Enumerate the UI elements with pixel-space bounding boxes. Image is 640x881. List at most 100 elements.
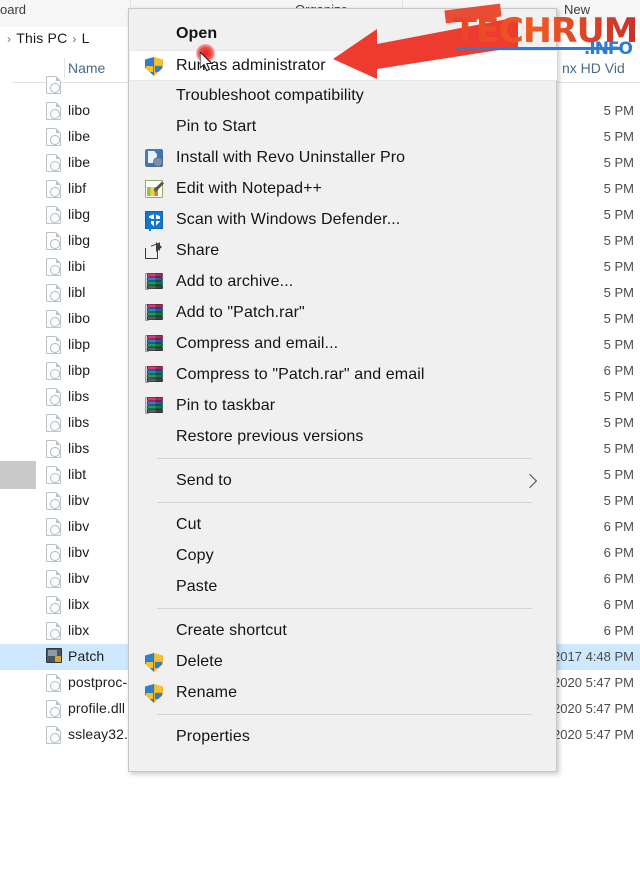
context-menu-item[interactable]: Paste: [130, 572, 557, 603]
context-menu-separator: [157, 458, 532, 459]
dll-icon: [46, 570, 62, 589]
context-menu-item[interactable]: Compress to "Patch.rar" and email: [130, 360, 557, 391]
file-date-modified: 5 PM: [603, 467, 634, 482]
dll-icon: [46, 388, 62, 407]
uac-shield-icon: [145, 684, 164, 703]
file-name: libp: [68, 362, 91, 378]
context-menu-item[interactable]: Troubleshoot compatibility: [130, 81, 557, 112]
context-menu-item[interactable]: Pin to Start: [130, 112, 557, 143]
dll-icon: [46, 102, 62, 121]
context-menu-item[interactable]: Rename: [130, 678, 557, 709]
uac-shield-icon: [145, 653, 164, 672]
file-date-modified: 5 PM: [603, 493, 634, 508]
file-name: libv: [68, 492, 90, 508]
context-menu-item[interactable]: Pin to taskbar: [130, 391, 557, 422]
dll-icon: [46, 284, 62, 303]
context-menu-item-label: Pin to taskbar: [176, 397, 276, 414]
context-menu-item[interactable]: Add to "Patch.rar": [130, 298, 557, 329]
context-menu-item[interactable]: Delete: [130, 647, 557, 678]
context-menu-item[interactable]: Edit with Notepad++: [130, 174, 557, 205]
context-menu-item-label: Troubleshoot compatibility: [176, 87, 364, 104]
mouse-cursor-icon: [200, 52, 213, 72]
file-name: libg: [68, 206, 91, 222]
notepad-plus-plus-icon: [145, 180, 164, 199]
context-menu-item-label: Scan with Windows Defender...: [176, 211, 401, 228]
file-date-modified: 5 PM: [603, 389, 634, 404]
context-menu-item-label: Share: [176, 242, 220, 259]
file-name: libe: [68, 128, 91, 144]
file-name: libv: [68, 544, 90, 560]
winrar-icon: [145, 273, 164, 292]
watermark-suffix: .INFO: [583, 39, 633, 59]
context-menu-item-label: Edit with Notepad++: [176, 180, 322, 197]
file-date-modified: 5 PM: [603, 181, 634, 196]
context-menu-item[interactable]: Send to: [130, 466, 557, 497]
breadcrumb-separator-icon: ›: [7, 32, 12, 46]
file-name: libf: [68, 180, 87, 196]
context-menu-item-label: Install with Revo Uninstaller Pro: [176, 149, 406, 166]
dll-icon: [46, 258, 62, 277]
context-menu-item-label: Send to: [176, 472, 232, 489]
winrar-icon: [145, 366, 164, 385]
winrar-icon: [145, 335, 164, 354]
context-menu-item-label: Delete: [176, 653, 223, 670]
dll-icon: [46, 622, 62, 641]
dll-icon: [46, 544, 62, 563]
dll-icon: [46, 310, 62, 329]
left-panel-artifact: [0, 461, 36, 489]
context-menu-item-label: Open: [176, 25, 218, 42]
uac-shield-icon: [145, 57, 164, 76]
file-date-modified: 6 PM: [603, 545, 634, 560]
context-menu-item[interactable]: Properties: [130, 722, 557, 753]
breadcrumb[interactable]: › This PC › L: [2, 30, 90, 46]
dll-icon: [46, 76, 62, 95]
context-menu-item-label: Restore previous versions: [176, 428, 364, 445]
context-menu-item[interactable]: Restore previous versions: [130, 422, 557, 453]
winrar-icon: [145, 304, 164, 323]
file-name: libv: [68, 518, 90, 534]
file-date-modified: 5 PM: [603, 337, 634, 352]
context-menu-item[interactable]: Add to archive...: [130, 267, 557, 298]
file-name: libx: [68, 596, 90, 612]
file-name: libl: [68, 284, 86, 300]
breadcrumb-item-drive[interactable]: L: [82, 30, 90, 46]
file-date-modified: 5 PM: [603, 233, 634, 248]
file-date-modified: 6 PM: [603, 623, 634, 638]
dll-icon: [46, 362, 62, 381]
context-menu-item[interactable]: Compress and email...: [130, 329, 557, 360]
dll-icon: [46, 206, 62, 225]
file-date-modified: 6 PM: [603, 519, 634, 534]
file-date-modified: 6 PM: [603, 363, 634, 378]
dll-icon: [46, 180, 62, 199]
dll-icon: [46, 336, 62, 355]
submenu-chevron-icon: [522, 473, 538, 489]
breadcrumb-item-this-pc[interactable]: This PC: [16, 30, 67, 46]
ribbon-group-clipboard[interactable]: oard: [0, 2, 26, 17]
watermark: TECHRUM .INFO: [444, 3, 640, 63]
file-date-modified: 5 PM: [603, 311, 634, 326]
dll-icon: [46, 466, 62, 485]
context-menu-item[interactable]: Share: [130, 236, 557, 267]
context-menu-item[interactable]: Copy: [130, 541, 557, 572]
file-name: libx: [68, 622, 90, 638]
context-menu-item-label: Cut: [176, 516, 202, 533]
dll-icon: [46, 596, 62, 615]
application-icon: [46, 648, 62, 667]
dll-icon: [46, 674, 62, 693]
context-menu-item[interactable]: Install with Revo Uninstaller Pro: [130, 143, 557, 174]
context-menu-separator: [157, 608, 532, 609]
context-menu-item[interactable]: Cut: [130, 510, 557, 541]
windows-defender-icon: [145, 211, 164, 230]
file-name: libi: [68, 258, 86, 274]
file-name: libo: [68, 102, 91, 118]
context-menu-item[interactable]: Scan with Windows Defender...: [130, 205, 557, 236]
context-menu-item[interactable]: Create shortcut: [130, 616, 557, 647]
file-name: Patch: [68, 648, 105, 664]
context-menu-item-label: Add to archive...: [176, 273, 294, 290]
context-menu-item-label: Compress to "Patch.rar" and email: [176, 366, 425, 383]
file-name: libv: [68, 570, 90, 586]
dll-icon: [46, 128, 62, 147]
file-context-menu[interactable]: Open Run as administrator Troubleshoot com…: [128, 8, 557, 772]
file-date-modified: 5 PM: [603, 155, 634, 170]
file-date-modified: 5 PM: [603, 207, 634, 222]
